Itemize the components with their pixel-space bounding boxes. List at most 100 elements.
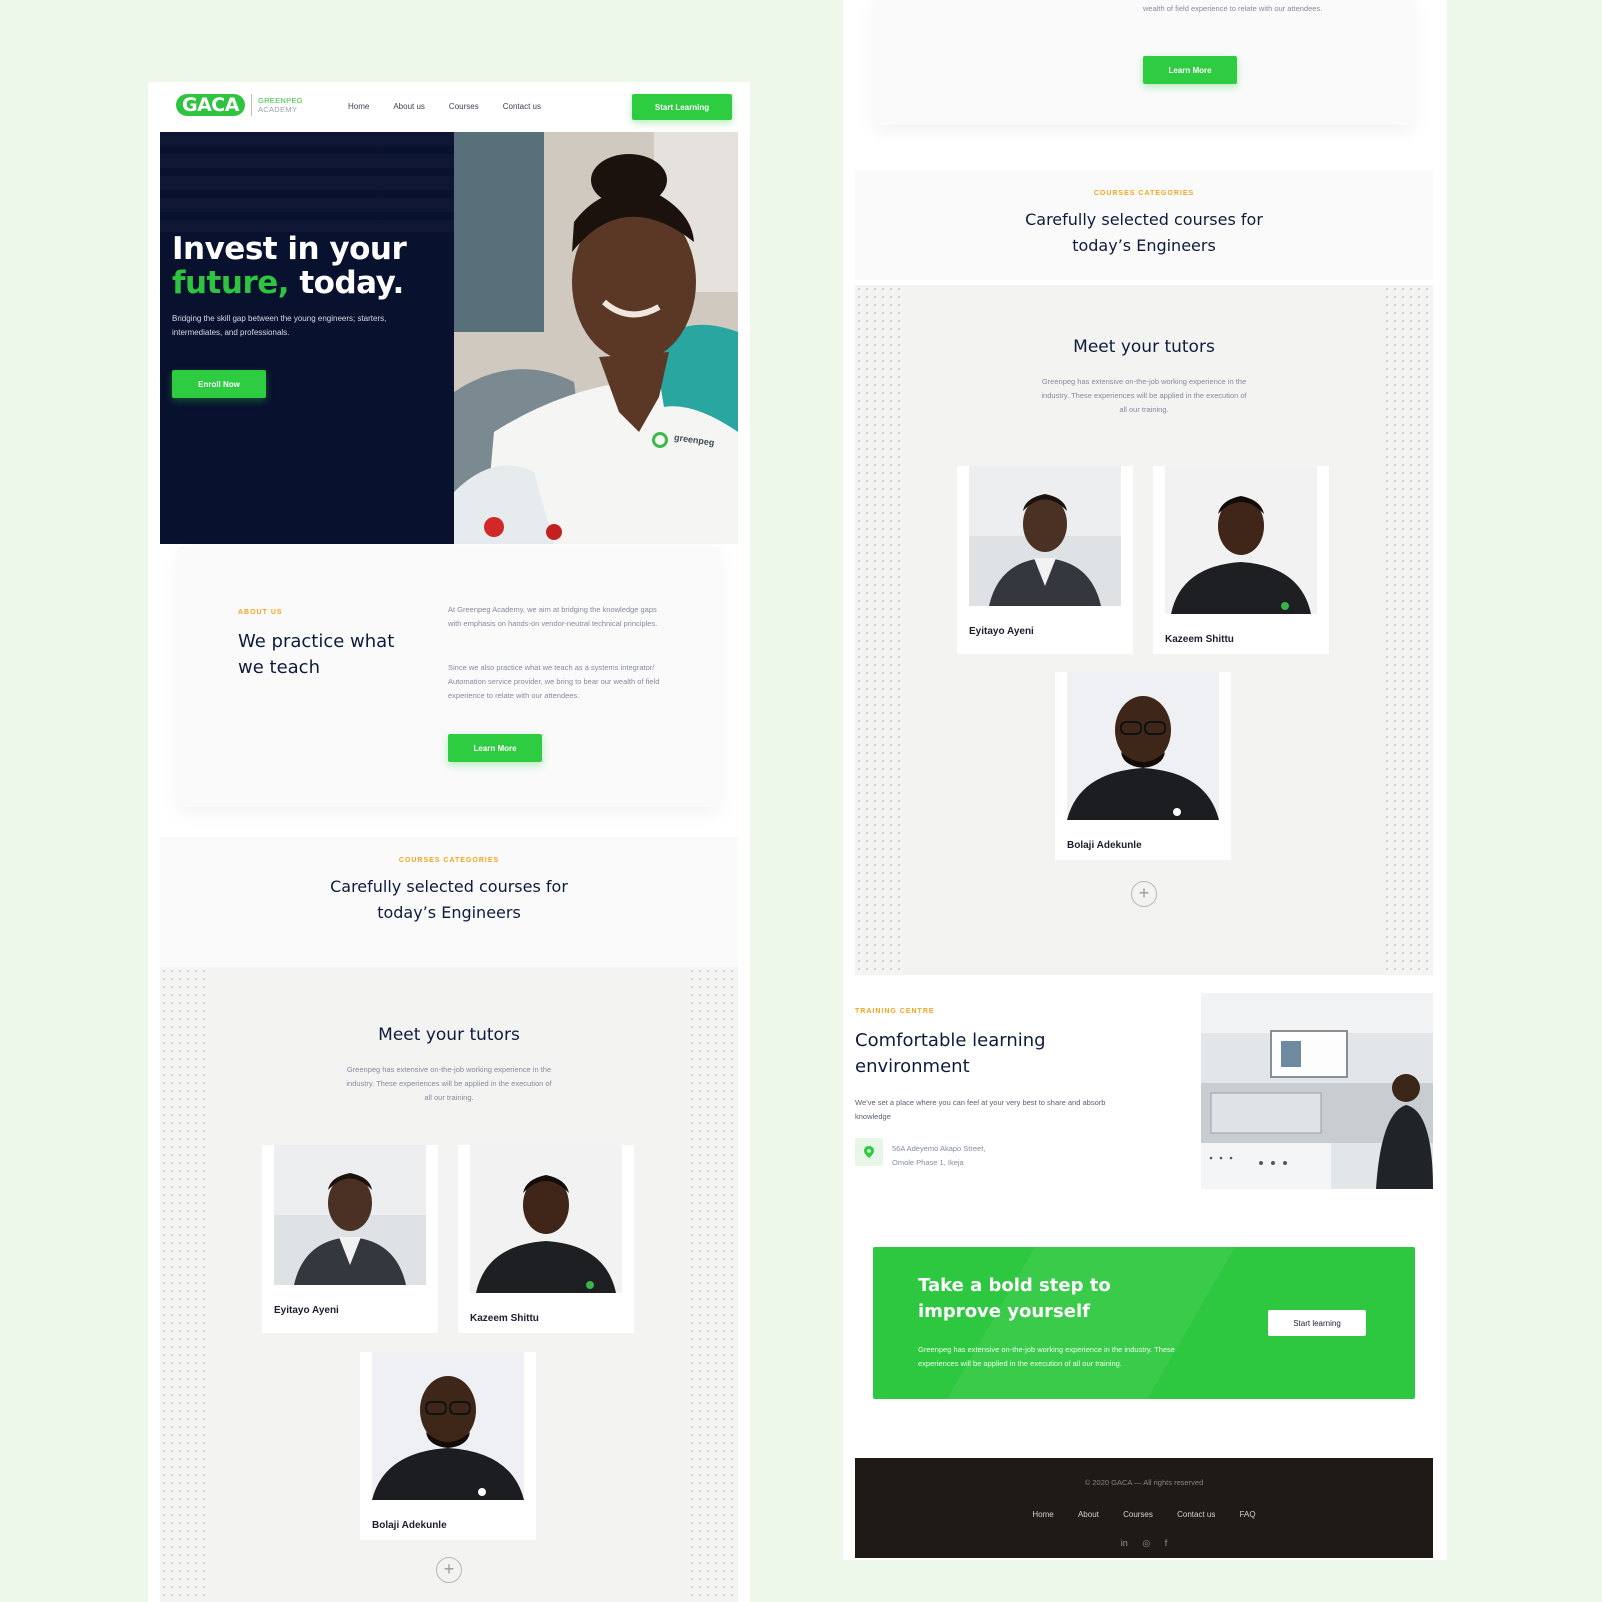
footer-link-faq[interactable]: FAQ [1240,1510,1256,1519]
footer-link-courses[interactable]: Courses [1123,1510,1153,1519]
classroom-illustration [1201,993,1433,1189]
cta-banner: Take a bold step to improve yourself Gre… [873,1247,1415,1399]
training-room-photo [1201,993,1433,1189]
training-description: We’ve set a place where you can feel at … [855,1098,1106,1121]
right-page-preview: integrator/ Automation service provider,… [843,0,1447,1560]
tutor-card[interactable]: Bolaji Adekunle [1055,672,1231,860]
tutor-portrait [1067,672,1219,820]
tutor-name: Kazeem Shittu [1165,634,1234,645]
facebook-icon[interactable]: f [1165,1538,1168,1548]
about-card-continued: integrator/ Automation service provider,… [873,0,1415,125]
learn-more-button[interactable]: Learn More [448,734,542,762]
hero-portrait-illustration [454,132,738,544]
tutor-name: Bolaji Adekunle [372,1520,447,1531]
left-page-preview: GACA GREENPEG ACADEMY Home About us Cour… [148,82,750,1602]
about-card: ABOUT US We practice what we teach At Gr… [178,547,720,807]
courses-section: COURSES CATEGORIES Carefully selected co… [855,170,1433,280]
tutor-portrait [1165,466,1317,614]
courses-eyebrow: COURSES CATEGORIES [1093,190,1195,197]
about-title: We practice what we teach [238,631,395,678]
logo-line-1: GREENPEG [257,96,303,105]
footer-link-about[interactable]: About [1078,1510,1099,1519]
hero-title-line1: Invest in your [172,231,407,267]
cta-title: Take a bold step to improve yourself [918,1275,1111,1322]
linkedin-icon[interactable]: in [1121,1538,1128,1548]
plus-icon[interactable]: + [436,1557,462,1583]
hero-photo: greenpeg [454,132,738,544]
training-eyebrow: TRAINING CENTRE [855,1008,935,1015]
tutor-photo [470,1145,622,1293]
courses-title: Carefully selected courses for today’s E… [1025,210,1263,255]
footer-link-contact[interactable]: Contact us [1177,1510,1215,1519]
courses-eyebrow: COURSES CATEGORIES [398,857,500,864]
top-navbar: GACA GREENPEG ACADEMY Home About us Cour… [160,82,738,132]
tutors-description: Greenpeg has extensive on-the-job workin… [346,1065,552,1102]
gear-icon [652,432,668,448]
nav-about[interactable]: About us [393,102,425,111]
about-paragraph-2: Since we also practice what we teach as … [448,663,660,700]
tutor-photo [1165,466,1317,614]
tutor-name: Eyitayo Ayeni [969,626,1034,637]
address-line-2: Omole Phase 1, Ikeja [892,1158,964,1167]
gaca-logo[interactable]: GACA GREENPEG ACADEMY [176,94,303,116]
tutor-portrait [470,1145,622,1293]
location-pin-icon [855,1138,883,1166]
tutor-photo [1067,672,1219,820]
nav-links: Home About us Courses Contact us [348,102,565,111]
tutor-portrait [274,1145,426,1285]
tutor-card[interactable]: Eyitayo Ayeni [957,466,1133,654]
tutor-portrait [969,466,1121,606]
tutors-title: Meet your tutors [1073,337,1215,357]
tutor-card[interactable]: Eyitayo Ayeni [262,1145,438,1333]
tutors-title: Meet your tutors [378,1025,520,1045]
logo-mark: GACA [176,94,245,116]
tutor-portrait [372,1352,524,1500]
dot-pattern-right [1383,285,1433,975]
tutors-section: Meet your tutors Greenpeg has extensive … [160,967,738,1602]
training-title: Comfortable learning environment [855,1030,1046,1077]
tutor-card[interactable]: Kazeem Shittu [1153,466,1329,654]
about-paragraph-2-tail: integrator/ Automation service provider,… [1143,4,1323,13]
cta-description: Greenpeg has extensive on-the-job workin… [918,1345,1175,1368]
tutor-photo [274,1145,426,1285]
address-line-1: 56A Adeyemo Akapo Street, [892,1144,986,1153]
nav-courses[interactable]: Courses [449,102,479,111]
start-learning-cta-button[interactable]: Start learning [1268,1310,1366,1336]
footer: © 2020 GACA — All rights reserved Home A… [855,1458,1433,1558]
copyright-text: © 2020 GACA — All rights reserved [1084,1478,1204,1487]
instagram-icon[interactable]: ◎ [1142,1538,1150,1548]
logo-divider [250,94,252,116]
tutor-card[interactable]: Kazeem Shittu [458,1145,634,1333]
logo-line-2: ACADEMY [257,105,298,114]
tutor-photo [969,466,1121,606]
plus-icon[interactable]: + [1131,881,1157,907]
about-eyebrow: ABOUT US [238,609,283,616]
hero-title-end: today. [289,265,404,301]
learn-more-button[interactable]: Learn More [1143,56,1237,84]
hero-stripes-decoration [160,132,460,232]
start-learning-button[interactable]: Start Learning [632,94,732,120]
hero-section: greenpeg Invest in your future, today. B… [160,132,738,544]
training-centre-section: TRAINING CENTRE Comfortable learning env… [855,990,1433,1190]
dot-pattern-left [160,967,210,1602]
footer-links: Home About Courses Contact us FAQ [855,1510,1433,1519]
tutor-name: Kazeem Shittu [470,1313,539,1324]
tutor-name: Bolaji Adekunle [1067,840,1142,851]
about-paragraph-1: At Greenpeg Academy, we aim at bridging … [448,605,658,628]
hero-title-highlight: future, [172,265,290,301]
dot-pattern-left [855,285,905,975]
enroll-now-button[interactable]: Enroll Now [172,370,266,398]
nav-contact[interactable]: Contact us [503,102,541,111]
tutors-description: Greenpeg has extensive on-the-job workin… [1041,377,1247,414]
courses-section: COURSES CATEGORIES Carefully selected co… [160,837,738,967]
training-address: 56A Adeyemo Akapo Street, Omole Phase 1,… [892,1142,1032,1170]
footer-link-home[interactable]: Home [1032,1510,1053,1519]
courses-title: Carefully selected courses for today’s E… [330,877,568,922]
logo-wordmark: GREENPEG ACADEMY [258,96,303,114]
dot-pattern-right [688,967,738,1602]
hero-subtitle: Bridging the skill gap between the young… [172,314,387,337]
tutor-photo [372,1352,524,1500]
nav-home[interactable]: Home [348,102,369,111]
social-links: in ◎ f [855,1538,1433,1549]
tutor-card[interactable]: Bolaji Adekunle [360,1352,536,1540]
